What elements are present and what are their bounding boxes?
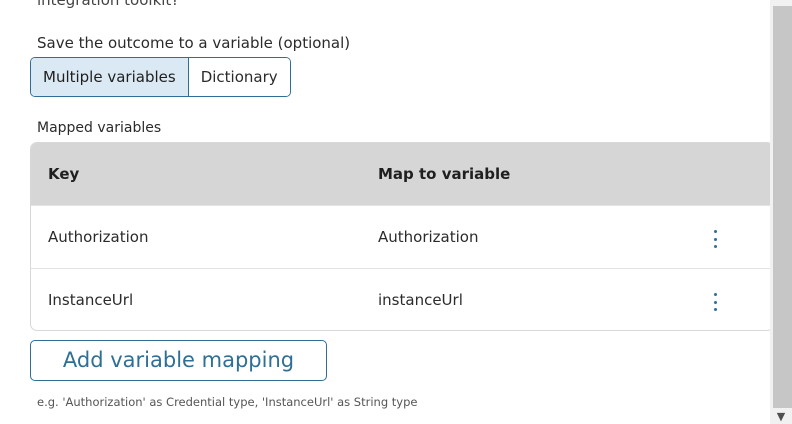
- table-header: Key Map to variable: [31, 143, 773, 205]
- add-variable-mapping-button[interactable]: Add variable mapping: [30, 340, 327, 381]
- mapped-variables-label: Mapped variables: [37, 120, 162, 136]
- row-key: Authorization: [48, 228, 149, 246]
- table-row: InstanceUrl instanceUrl: [31, 268, 773, 330]
- scrollbar-thumb[interactable]: [773, 6, 792, 408]
- row-variable: instanceUrl: [378, 291, 463, 309]
- row-variable: Authorization: [378, 228, 479, 246]
- table-row: Authorization Authorization: [31, 205, 773, 268]
- map-to-variable-column-header: Map to variable: [378, 165, 511, 183]
- mapping-hint: e.g. 'Authorization' as Credential type,…: [37, 395, 418, 409]
- row-key: InstanceUrl: [48, 291, 134, 309]
- key-column-header: Key: [48, 165, 80, 183]
- dictionary-button[interactable]: Dictionary: [187, 58, 290, 96]
- partial-heading: integration toolkit?: [37, 0, 180, 9]
- outcome-mode-toggle: Multiple variables Dictionary: [30, 57, 291, 97]
- more-vertical-icon[interactable]: [703, 227, 727, 251]
- chevron-down-icon[interactable]: ▼: [774, 410, 788, 424]
- save-outcome-label: Save the outcome to a variable (optional…: [37, 34, 351, 52]
- mapped-variables-table: Key Map to variable Authorization Author…: [30, 142, 774, 331]
- multiple-variables-button[interactable]: Multiple variables: [31, 58, 188, 96]
- more-vertical-icon[interactable]: [703, 290, 727, 314]
